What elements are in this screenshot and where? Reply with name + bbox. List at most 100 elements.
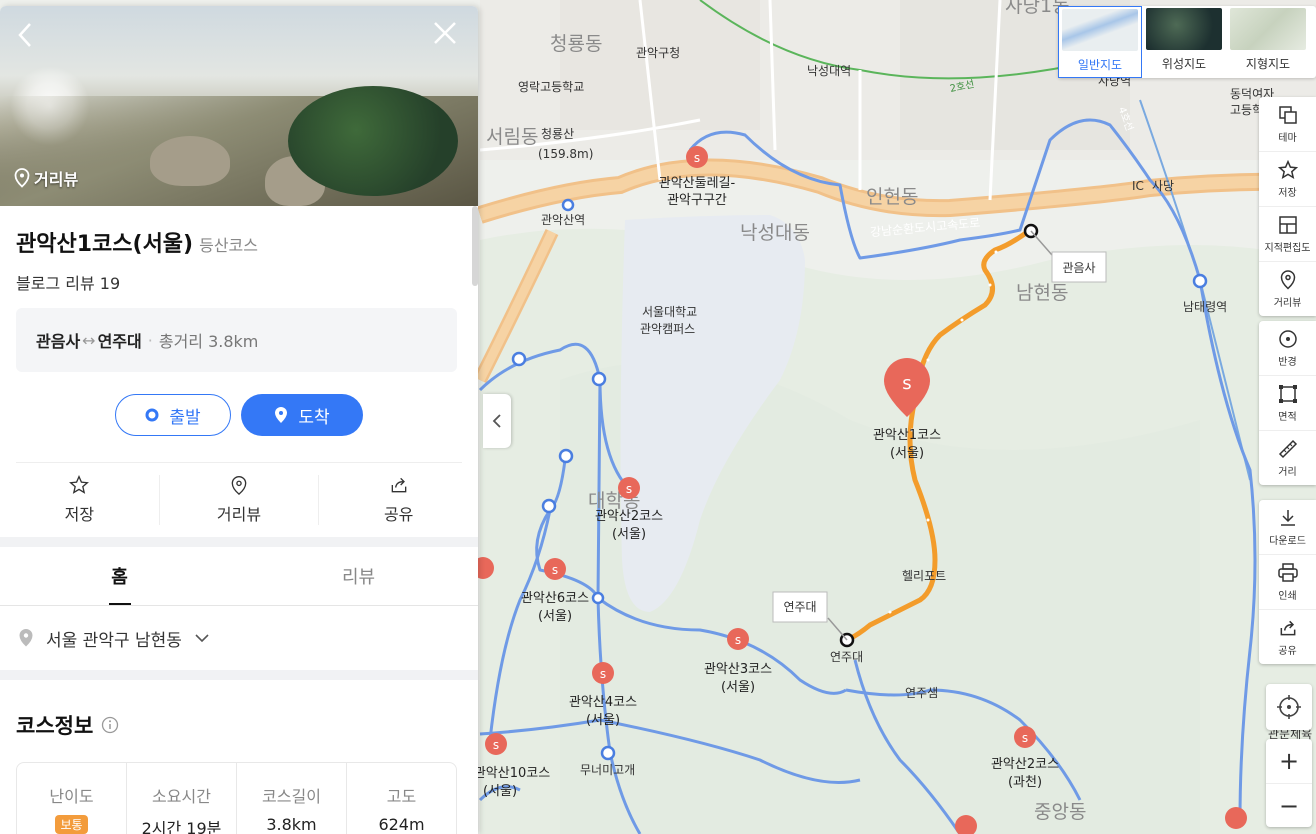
tool-label: 저장: [1278, 187, 1297, 199]
streetview-button[interactable]: 거리뷰: [160, 475, 320, 525]
svg-text:영락고등학교: 영락고등학교: [518, 80, 584, 94]
course-info-table: 난이도 보통 소요시간 2시간 19분 코스길이 3.8km 고도 624m: [16, 762, 457, 834]
tool-label: 거리뷰: [1273, 297, 1302, 309]
svg-text:(서울): (서울): [721, 680, 755, 695]
svg-text:연주대: 연주대: [783, 600, 816, 614]
svg-text:(서울): (서울): [483, 784, 517, 799]
svg-text:s: s: [600, 667, 606, 681]
info-value: 624m: [378, 815, 425, 834]
streetview-tool-button[interactable]: 거리뷰: [1259, 262, 1316, 316]
blog-review-link[interactable]: 블로그 리뷰 19: [0, 258, 478, 294]
share-label: 공유: [383, 505, 414, 524]
tool-group-3: 다운로드 인쇄 공유: [1259, 500, 1316, 664]
area-button[interactable]: 면적: [1259, 376, 1316, 431]
difficulty-badge: 보통: [55, 815, 88, 834]
save-button[interactable]: 저장: [0, 475, 160, 525]
pin-icon: [1280, 269, 1295, 290]
radius-button[interactable]: 반경: [1259, 321, 1316, 376]
print-button[interactable]: 인쇄: [1259, 555, 1316, 610]
svg-text:사당: 사당: [1152, 179, 1174, 193]
info-icon[interactable]: [101, 716, 119, 734]
distance-button[interactable]: 거리: [1259, 431, 1316, 485]
share-icon: [1280, 620, 1295, 635]
map-type-terrain[interactable]: 지형지도: [1226, 6, 1310, 78]
svg-text:남현동: 남현동: [1016, 282, 1068, 304]
tab-home[interactable]: 홈: [0, 547, 239, 605]
svg-text:(서울): (서울): [538, 609, 572, 624]
svg-text:s: s: [493, 738, 499, 752]
svg-text:연주대: 연주대: [830, 650, 863, 664]
svg-text:청룡동: 청룡동: [550, 33, 602, 55]
zoom-out-button[interactable]: −: [1266, 784, 1312, 828]
svg-text:관악구청: 관악구청: [636, 46, 680, 60]
printer-icon: [1277, 562, 1298, 582]
svg-text:(159.8m): (159.8m): [538, 147, 593, 161]
panel-scrollbar[interactable]: [472, 206, 478, 286]
svg-text:관악캠퍼스: 관악캠퍼스: [640, 322, 695, 336]
callout-gwaneumsa: 관음사: [1051, 251, 1107, 283]
tab-review[interactable]: 리뷰: [239, 547, 478, 605]
info-value: 2시간 19분: [141, 819, 222, 834]
place-detail-panel: 거리뷰 관악산1코스(서울) 등산코스 블로그 리뷰 19 관음사 ↔ 연주대 …: [0, 6, 478, 834]
area-icon: [1278, 384, 1297, 403]
place-category: 등산코스: [199, 236, 258, 255]
course-info-heading: 코스정보: [16, 714, 94, 738]
download-button[interactable]: 다운로드: [1259, 500, 1316, 555]
arrive-button[interactable]: 도착: [241, 394, 363, 436]
chevron-down-icon: [195, 634, 209, 643]
map-type-label: 지형지도: [1245, 57, 1291, 71]
map-type-satellite[interactable]: 위성지도: [1142, 6, 1226, 78]
svg-text:(서울): (서울): [586, 713, 620, 728]
share-map-button[interactable]: 공유: [1259, 610, 1316, 664]
course-info-duration: 소요시간 2시간 19분: [127, 763, 237, 834]
location-pin-icon: [19, 629, 33, 647]
svg-text:남태령역: 남태령역: [1183, 300, 1227, 314]
map-type-normal[interactable]: 일반지도: [1058, 6, 1142, 78]
cadastral-map-button[interactable]: 지적편집도: [1259, 207, 1316, 262]
tool-label: 면적: [1278, 411, 1297, 423]
close-icon[interactable]: [432, 20, 458, 52]
layers-icon: [1278, 105, 1297, 124]
svg-text:관음사: 관음사: [1062, 261, 1095, 275]
back-icon[interactable]: [14, 20, 36, 56]
address-row[interactable]: 서울 관악구 남현동: [0, 606, 478, 670]
route-summary: 관음사 ↔ 연주대 · 총거리 3.8km: [16, 308, 457, 372]
star-icon: [1277, 159, 1298, 179]
zoom-in-button[interactable]: +: [1266, 739, 1312, 784]
depart-button[interactable]: 출발: [115, 394, 231, 436]
svg-text:관악산10코스: 관악산10코스: [474, 766, 550, 781]
svg-text:서림동: 서림동: [486, 126, 538, 148]
save-map-button[interactable]: 저장: [1259, 152, 1316, 207]
share-button[interactable]: 공유: [319, 475, 478, 525]
crosshair-icon: [1277, 695, 1301, 719]
svg-text:관악산3코스: 관악산3코스: [704, 662, 772, 677]
theme-button[interactable]: 테마: [1259, 97, 1316, 152]
callout-yeonjudae: 연주대: [772, 591, 828, 623]
svg-text:청룡산: 청룡산: [541, 127, 574, 141]
svg-text:s: s: [1022, 731, 1028, 745]
tool-label: 다운로드: [1269, 535, 1306, 547]
tool-group-2: 반경 면적 거리: [1259, 321, 1316, 485]
course-info-length: 코스길이 3.8km: [237, 763, 347, 834]
my-location-button[interactable]: [1266, 684, 1312, 730]
streetview-badge[interactable]: 거리뷰: [14, 166, 78, 190]
radius-icon: [1278, 329, 1297, 348]
tool-label: 반경: [1278, 356, 1297, 368]
svg-text:관악산4코스: 관악산4코스: [569, 695, 637, 710]
collapse-panel-button[interactable]: [483, 394, 511, 448]
route-dot: ·: [147, 330, 153, 350]
svg-text:s: s: [902, 373, 911, 394]
svg-text:(서울): (서울): [612, 527, 646, 542]
origin-dot-icon: [145, 408, 159, 422]
tool-label: 거리: [1278, 466, 1297, 478]
tool-group-1: 테마 저장 지적편집도 거리뷰: [1259, 97, 1316, 316]
svg-text:관악산2코스: 관악산2코스: [595, 509, 663, 524]
streetview-photo[interactable]: 거리뷰: [0, 6, 478, 206]
svg-text:관악산1코스: 관악산1코스: [873, 428, 941, 443]
svg-text:s: s: [626, 482, 632, 496]
streetview-action-label: 거리뷰: [216, 505, 262, 524]
route-end: 연주대: [97, 332, 142, 351]
course-info-difficulty: 난이도 보통: [17, 763, 127, 834]
pin-icon: [275, 407, 288, 423]
info-key: 고도: [386, 787, 417, 806]
